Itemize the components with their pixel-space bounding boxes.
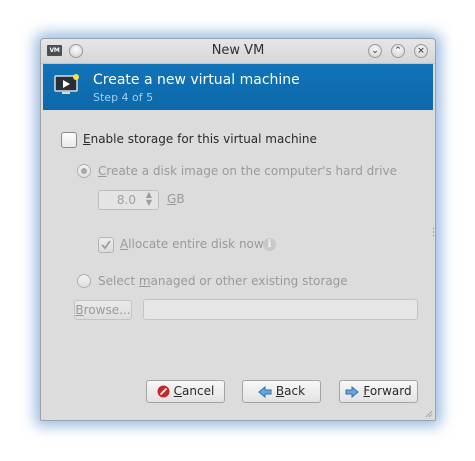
enable-storage-checkbox[interactable] — [61, 132, 77, 148]
checkmark-icon — [101, 240, 111, 250]
cancel-button[interactable]: Cancel — [146, 380, 225, 403]
chevron-up-icon: ⌃ — [394, 46, 402, 56]
create-disk-label[interactable]: Create a disk image on the computer's ha… — [98, 164, 397, 178]
radio-selected-dot — [81, 168, 87, 174]
minimize-button[interactable]: ⌄ — [368, 44, 382, 58]
info-icon[interactable]: i — [263, 238, 276, 251]
wizard-title: Create a new virtual machine — [93, 72, 300, 88]
select-existing-radio[interactable] — [77, 274, 91, 288]
cancel-icon — [157, 385, 170, 398]
browse-button[interactable]: Browse... — [74, 300, 132, 320]
wizard-step: Step 4 of 5 — [93, 91, 154, 104]
side-resize-grip[interactable] — [432, 227, 435, 237]
disk-size-value: 8.0 — [116, 193, 136, 207]
storage-path-input[interactable] — [143, 299, 418, 320]
create-disk-radio[interactable] — [77, 164, 91, 178]
allocate-disk-label[interactable]: Allocate entire disk now — [120, 237, 264, 251]
resize-grip[interactable] — [425, 410, 433, 418]
new-vm-dialog: VM New VM ⌄ ⌃ × Create a new virtual mac… — [40, 38, 436, 421]
spin-down-icon[interactable]: ▼ — [143, 199, 155, 207]
arrow-left-icon — [258, 385, 272, 398]
disk-size-unit: GB — [167, 192, 185, 206]
forward-button[interactable]: Forward — [339, 380, 418, 403]
disk-size-spinbox[interactable]: 8.0 ▲ ▼ — [98, 190, 159, 210]
allocate-disk-checkbox[interactable] — [98, 237, 114, 253]
title-bar: VM New VM ⌄ ⌃ × — [41, 39, 435, 64]
close-button[interactable]: × — [414, 44, 428, 58]
maximize-button[interactable]: ⌃ — [391, 44, 405, 58]
select-existing-label[interactable]: Select managed or other existing storage — [98, 274, 348, 288]
close-icon: × — [417, 46, 425, 56]
arrow-right-icon — [345, 385, 360, 398]
monitor-play-icon — [54, 74, 79, 94]
wizard-header: Create a new virtual machine Step 4 of 5 — [43, 64, 433, 110]
enable-storage-label[interactable]: Enable storage for this virtual machine — [83, 132, 317, 146]
back-button[interactable]: Back — [242, 380, 321, 403]
chevron-down-icon: ⌄ — [371, 46, 379, 56]
spin-arrows[interactable]: ▲ ▼ — [143, 191, 155, 207]
